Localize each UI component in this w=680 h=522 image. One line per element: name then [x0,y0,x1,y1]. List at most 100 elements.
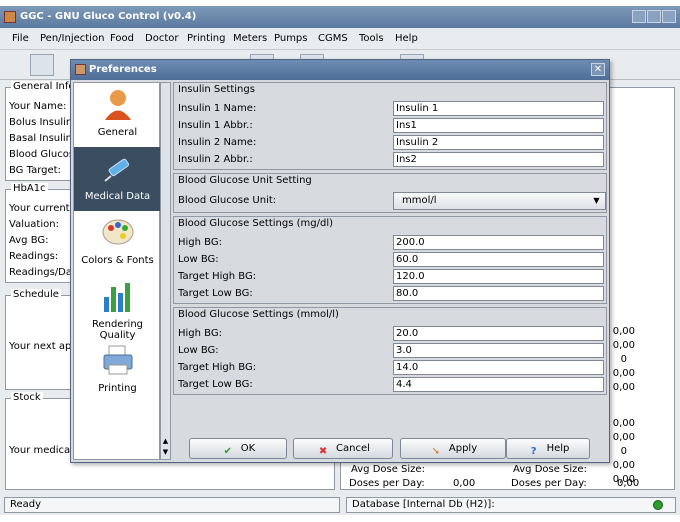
hba1c-title: HbA1c [11,183,48,194]
form-row: Blood Glucose Unit: mmol/l ▼ [178,192,606,210]
maximize-button[interactable] [647,10,661,23]
ok-button[interactable]: ✔ OK [189,438,287,459]
low-bg-mmol-field[interactable]: 3.0 [393,343,604,358]
form-row: Target Low BG: 80.0 [178,286,604,302]
category-label: Colors & Fonts [81,255,154,266]
menu-bar: File Pen/Injection Food Doctor Printing … [0,28,680,50]
cancel-icon: ✖ [318,446,328,457]
menu-file[interactable]: File [12,33,29,44]
dialog-title: Preferences [89,64,157,75]
field-label: Insulin 2 Name: [178,137,257,148]
category-rendering-quality[interactable]: Rendering Quality [74,275,161,341]
dialog-button-bar: ✔ OK ✖ Cancel ➘ Apply ? Help [173,434,607,460]
menu-meters[interactable]: Meters [233,33,267,44]
general-info-title: General Info [11,81,77,92]
doses-value: 0,00 [617,478,640,489]
general-label: Blood Glucos [9,149,75,160]
cancel-label: Cancel [336,443,370,454]
apply-icon: ➘ [431,446,441,457]
menu-printing[interactable]: Printing [187,33,225,44]
form-row: Target High BG: 14.0 [178,360,604,376]
database-status: Database [Internal Db (H2)]: [346,497,676,513]
category-colors-fonts[interactable]: Colors & Fonts [74,211,161,275]
category-label: Rendering Quality [91,319,144,341]
high-bg-mmol-field[interactable]: 20.0 [393,326,604,341]
help-button[interactable]: ? Help [506,438,590,459]
menu-pumps[interactable]: Pumps [274,33,308,44]
general-label: BG Target: [9,165,61,176]
doses-value: 0,00 [453,478,476,489]
scroll-down-icon[interactable]: ▼ [161,448,170,458]
syringe-icon [104,158,130,182]
form-row: Insulin 1 Name: Insulin 1 [178,101,604,117]
help-icon: ? [530,446,537,457]
status-text: Ready [4,497,340,513]
insulin-1-name-field[interactable]: Insulin 1 [393,101,604,116]
target-high-bg-mmol-field[interactable]: 14.0 [393,360,604,375]
field-label: High BG: [178,328,222,339]
bg-unit-value: mmol/l [402,195,437,206]
category-general[interactable]: General [74,83,161,147]
target-low-bg-mgdl-field[interactable]: 80.0 [393,286,604,301]
hba1c-label: Your current [9,203,70,214]
schedule-label: Your next app [9,341,78,352]
menu-food[interactable]: Food [110,33,134,44]
form-row: High BG: 20.0 [178,326,604,342]
group-title: Blood Glucose Unit Setting [178,175,312,186]
insulin-2-name-field[interactable]: Insulin 2 [393,135,604,150]
field-label: Insulin 1 Abbr.: [178,120,253,131]
dialog-app-icon [75,64,86,75]
menu-help[interactable]: Help [395,33,418,44]
form-row: Low BG: 3.0 [178,343,604,359]
insulin-1-abbr-field[interactable]: Ins1 [393,118,604,133]
doses-per-day-label: Doses per Day: [511,478,587,489]
bg-unit-dropdown[interactable]: mmol/l ▼ [393,192,606,210]
close-icon[interactable]: ✕ [591,63,605,76]
insulin-settings-group: Insulin Settings Insulin 1 Name: Insulin… [173,82,607,170]
field-label: Blood Glucose Unit: [178,195,277,206]
insulin-2-abbr-field[interactable]: Ins2 [393,152,604,167]
ok-label: OK [240,443,256,454]
hba1c-label: Valuation: [9,219,59,230]
help-label: Help [546,443,570,454]
status-bar: Ready Database [Internal Db (H2)]: [0,495,680,515]
menu-tools[interactable]: Tools [359,33,384,44]
stock-label: Your medica [9,445,71,456]
toolbar-button[interactable] [30,54,54,76]
close-window-button[interactable] [662,10,676,23]
connection-status-icon [653,500,663,510]
category-printing[interactable]: Printing [74,339,161,403]
category-medical-data[interactable]: Medical Data [74,147,161,211]
low-bg-mgdl-field[interactable]: 60.0 [393,252,604,267]
target-low-bg-mmol-field[interactable]: 4.4 [393,377,604,392]
apply-button[interactable]: ➘ Apply [400,438,506,459]
app-icon [4,11,16,23]
field-label: High BG: [178,237,222,248]
group-title: Blood Glucose Settings (mmol/l) [178,309,339,320]
target-high-bg-mgdl-field[interactable]: 120.0 [393,269,604,284]
category-scrollbar[interactable]: ▲ ▼ [160,82,171,460]
group-title: Insulin Settings [178,84,255,95]
field-label: Low BG: [178,254,219,265]
field-label: Insulin 2 Abbr.: [178,154,253,165]
menu-pen-injection[interactable]: Pen/Injection [40,33,104,44]
general-label: Your Name: [9,101,67,112]
field-label: Target Low BG: [178,379,253,390]
apply-label: Apply [448,443,478,454]
minimize-button[interactable] [632,10,646,23]
high-bg-mgdl-field[interactable]: 200.0 [393,235,604,250]
field-label: Target High BG: [178,362,257,373]
category-label: General [97,127,138,138]
scroll-up-icon[interactable]: ▲ [161,437,170,447]
field-label: Low BG: [178,345,219,356]
category-list: General Medical Data Colors & Fonts Rend… [73,82,161,460]
bg-mgdl-group: Blood Glucose Settings (mg/dl) High BG: … [173,216,607,304]
hba1c-label: Avg BG: [9,235,49,246]
group-title: Blood Glucose Settings (mg/dl) [178,218,334,229]
menu-doctor[interactable]: Doctor [145,33,178,44]
field-label: Target High BG: [178,271,257,282]
menu-cgms[interactable]: CGMS [318,33,348,44]
cancel-button[interactable]: ✖ Cancel [293,438,393,459]
dialog-titlebar: Preferences ✕ [71,60,609,80]
form-row: Insulin 1 Abbr.: Ins1 [178,118,604,134]
